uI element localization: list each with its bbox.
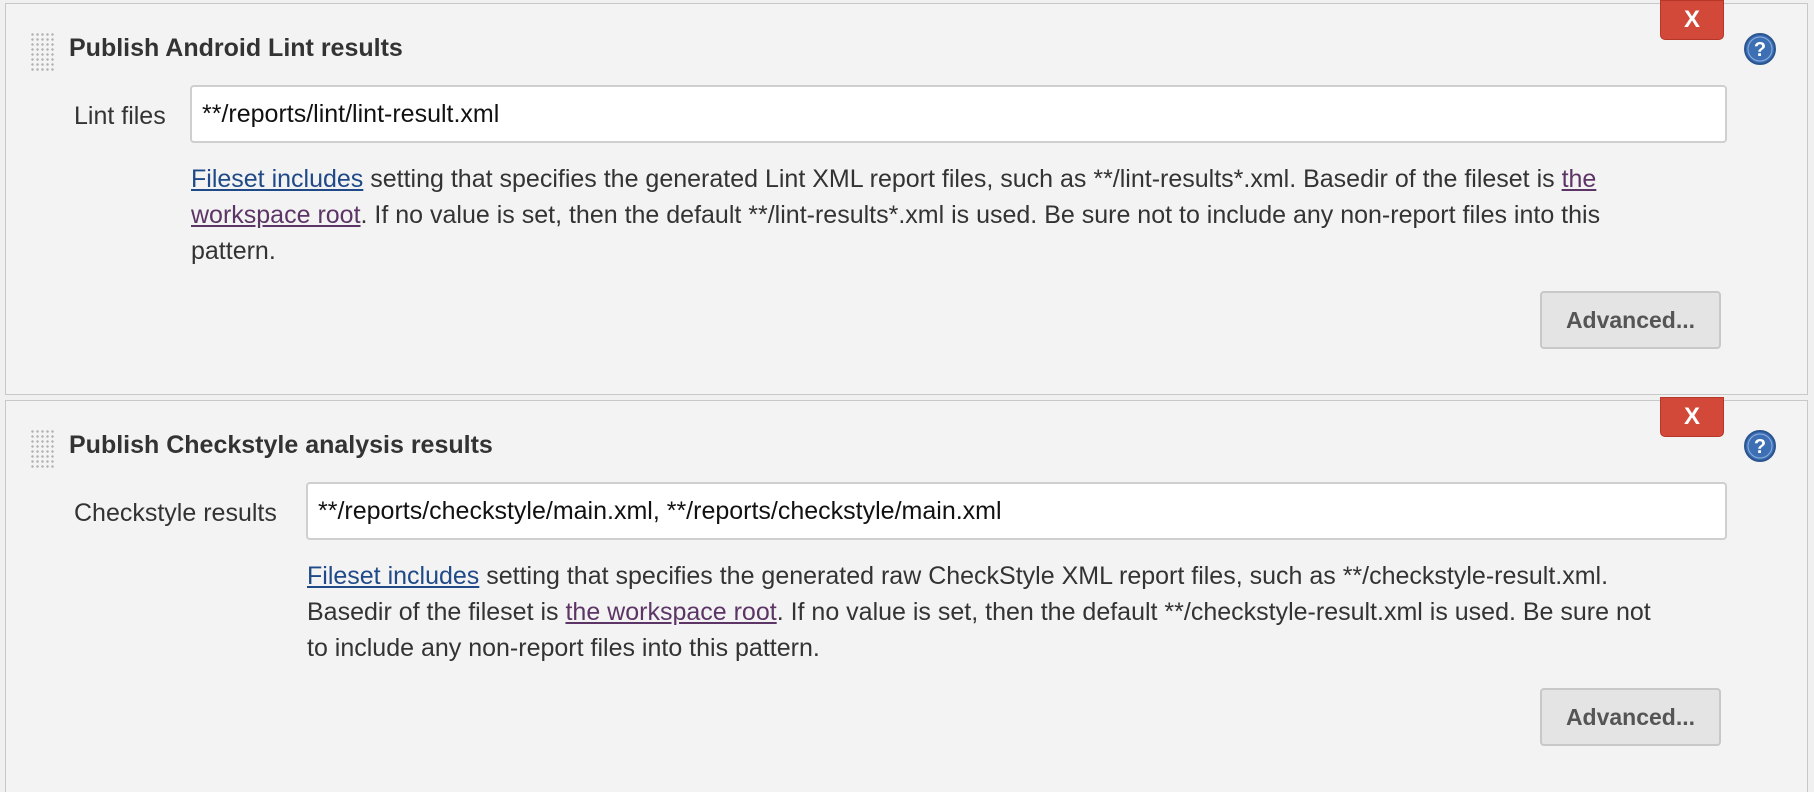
lint-publisher-section: Publish Android Lint results X ? Lint fi…	[5, 0, 1808, 395]
delete-button[interactable]: X	[1660, 0, 1724, 40]
checkstyle-publisher-section: Publish Checkstyle analysis results X ? …	[5, 397, 1808, 792]
workspace-root-link[interactable]: the workspace root	[565, 598, 776, 626]
help-text-part: setting that specifies the generated Lin…	[363, 165, 1562, 193]
drag-handle-icon[interactable]	[30, 32, 56, 72]
help-icon[interactable]: ?	[1743, 32, 1777, 66]
delete-button[interactable]: X	[1660, 397, 1724, 437]
svg-text:?: ?	[1754, 39, 1766, 61]
section-title: Publish Checkstyle analysis results	[69, 431, 493, 459]
advanced-button[interactable]: Advanced...	[1540, 688, 1721, 746]
checkstyle-results-help-text: Fileset includes setting that specifies …	[307, 558, 1677, 666]
drag-handle-icon[interactable]	[30, 429, 56, 469]
lint-files-label: Lint files	[74, 102, 166, 130]
advanced-button[interactable]: Advanced...	[1540, 291, 1721, 349]
lint-files-help-text: Fileset includes setting that specifies …	[191, 161, 1677, 269]
checkstyle-results-label: Checkstyle results	[74, 499, 277, 527]
lint-files-input[interactable]: **/reports/lint/lint-result.xml	[190, 85, 1727, 143]
help-icon[interactable]: ?	[1743, 429, 1777, 463]
fileset-includes-link[interactable]: Fileset includes	[191, 165, 363, 193]
fileset-includes-link[interactable]: Fileset includes	[307, 562, 479, 590]
checkstyle-results-input[interactable]: **/reports/checkstyle/main.xml, **/repor…	[306, 482, 1727, 540]
help-text-part: . If no value is set, then the default *…	[191, 201, 1601, 265]
svg-text:?: ?	[1754, 436, 1766, 458]
section-title: Publish Android Lint results	[69, 34, 403, 62]
